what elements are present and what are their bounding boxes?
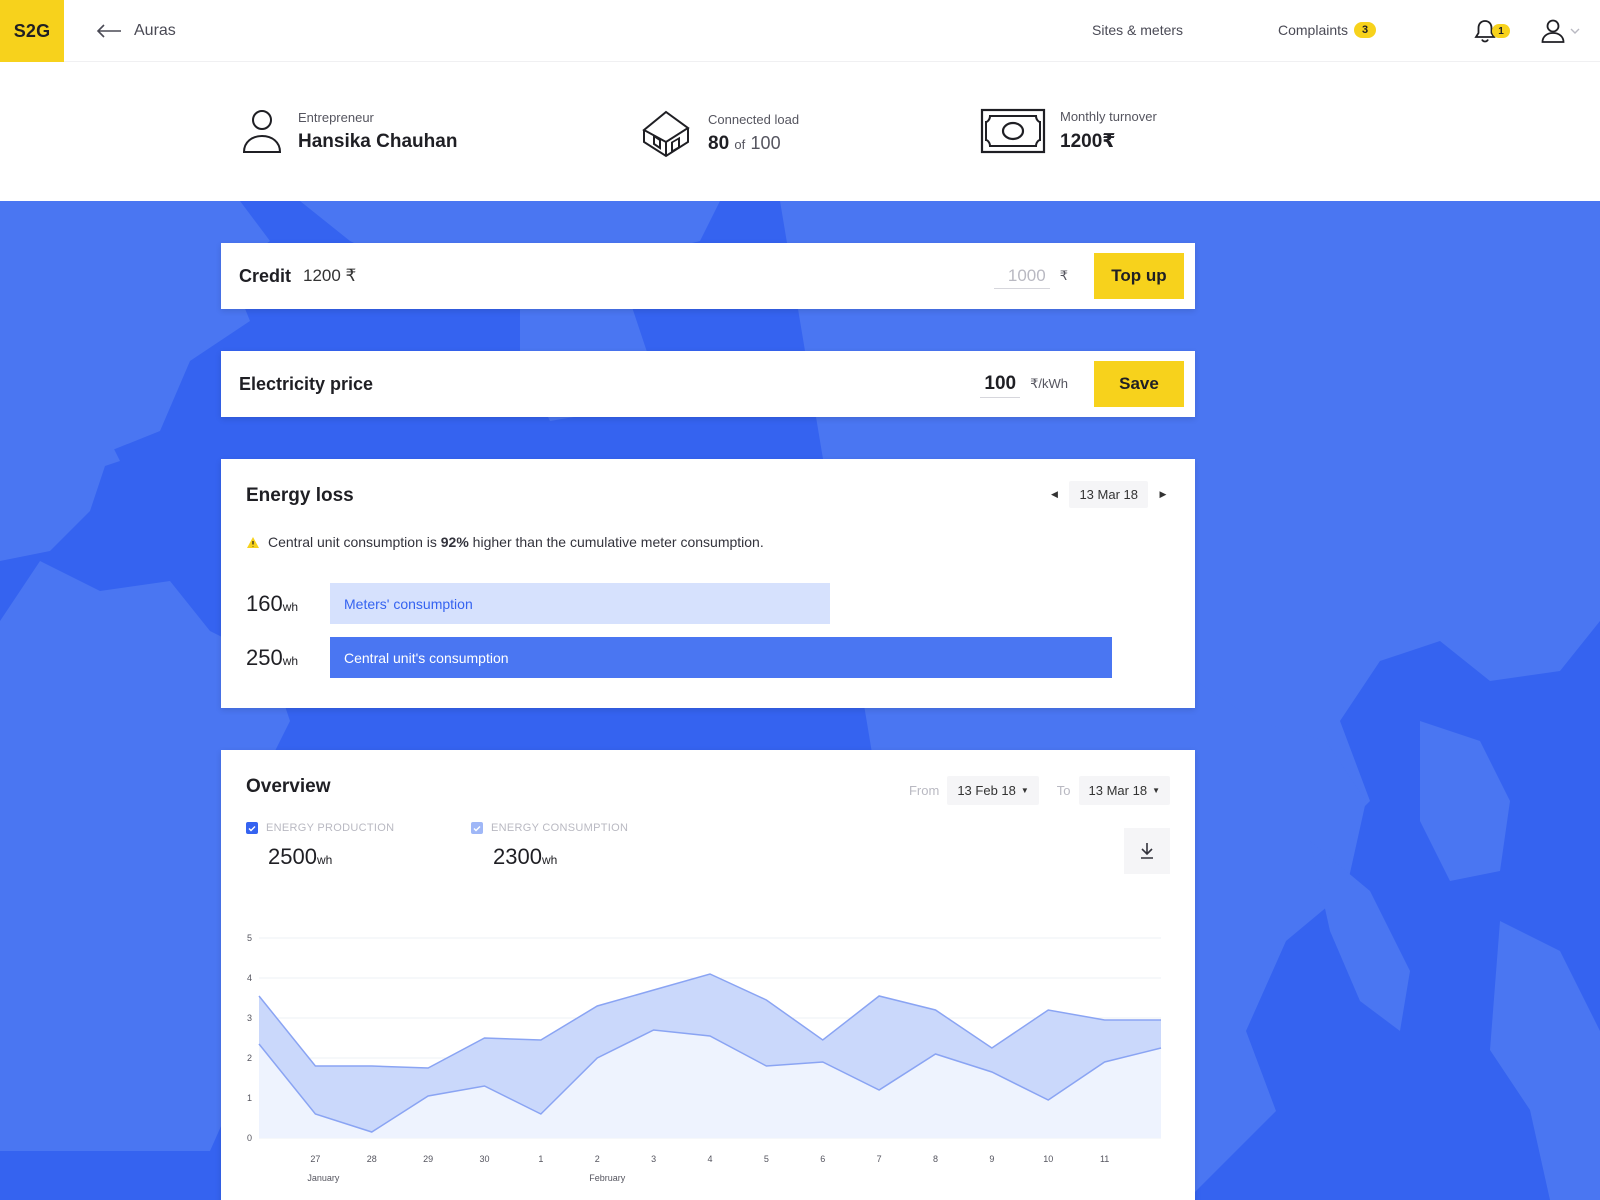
nav-sites-meters-label: Sites & meters — [1092, 22, 1184, 38]
y-tick-label: 4 — [247, 973, 252, 983]
x-tick-label: 1 — [538, 1154, 543, 1164]
overview-chart: 0 1 2 3 4 5 27 28 29 30 1 2 3 4 5 6 7 8 9 10 11 January Februa… — [247, 933, 1162, 1183]
warning-text: Central unit consumption is 92% higher t… — [268, 534, 764, 550]
y-tick-label: 2 — [247, 1053, 252, 1063]
checkbox-checked-icon[interactable] — [471, 822, 483, 834]
x-tick-label: 4 — [707, 1154, 712, 1164]
entrepreneur-info: Entrepreneur Hansika Chauhan — [240, 108, 457, 154]
next-date-button[interactable]: ▶ — [1156, 488, 1170, 502]
save-button[interactable]: Save — [1094, 361, 1184, 407]
x-tick-label: 11 — [1100, 1154, 1109, 1164]
caret-down-icon: ▼ — [1020, 786, 1029, 795]
monthly-turnover-info: Monthly turnover 1200₹ — [980, 108, 1157, 154]
x-tick-label: 9 — [989, 1154, 994, 1164]
energy-loss-date[interactable]: 13 Mar 18 — [1069, 481, 1148, 508]
credit-value: 1200 ₹ — [303, 266, 357, 285]
central-consumption-value: 250wh — [246, 644, 299, 670]
energy-production-label: ENERGY PRODUCTION — [266, 822, 395, 834]
download-button[interactable] — [1124, 828, 1170, 874]
arrow-left-icon — [96, 24, 121, 38]
credit-card: Credit 1200 ₹ ₹ Top up — [221, 243, 1195, 309]
x-tick-label: 29 — [423, 1154, 433, 1164]
x-tick-label: 28 — [367, 1154, 377, 1164]
connected-load-label: Connected load — [708, 111, 800, 127]
connected-load-value: 80 of 100 — [708, 132, 781, 154]
month-label: January — [307, 1173, 340, 1183]
download-icon — [1141, 843, 1153, 859]
monthly-turnover-label: Monthly turnover — [1060, 109, 1157, 124]
person-icon — [242, 110, 282, 153]
y-tick-label: 1 — [247, 1093, 252, 1103]
y-tick-label: 0 — [247, 1133, 252, 1143]
overview-date-filters: From 13 Feb 18 ▼ To 13 Mar 18 ▼ — [909, 776, 1170, 805]
top-up-button[interactable]: Top up — [1094, 253, 1184, 299]
overview-card: Overview From 13 Feb 18 ▼ To 13 Mar 18 ▼ E… — [221, 750, 1195, 1200]
meters-consumption-row: 160wh Meters' consumption — [246, 583, 831, 624]
meters-consumption-bar: Meters' consumption — [330, 583, 831, 624]
back-label: Auras — [134, 22, 176, 39]
logo[interactable]: S2G — [0, 0, 64, 62]
overview-title: Overview — [246, 776, 331, 797]
central-consumption-row: 250wh Central unit's consumption — [246, 637, 1112, 678]
prev-date-button[interactable]: ◀ — [1047, 488, 1061, 502]
x-tick-label: 7 — [877, 1154, 882, 1164]
energy-loss-warning: Central unit consumption is 92% higher t… — [246, 534, 764, 550]
electricity-price-title: Electricity price — [239, 373, 374, 394]
nav-sites-meters[interactable]: Sites & meters — [1092, 22, 1183, 38]
warning-icon — [247, 536, 259, 548]
nav-complaints-label: Complaints — [1278, 22, 1349, 38]
central-consumption-bar: Central unit's consumption — [330, 637, 1112, 678]
notifications-button[interactable]: 1 — [1474, 17, 1514, 45]
nav-complaints[interactable]: Complaints 3 — [1278, 22, 1377, 38]
credit-title: Credit — [239, 265, 292, 286]
energy-loss-title: Energy loss — [246, 485, 354, 506]
complaints-badge: 3 — [1354, 22, 1377, 38]
legend-energy-consumption[interactable]: ENERGY CONSUMPTION 2300wh — [471, 822, 628, 870]
x-tick-label: 5 — [764, 1154, 769, 1164]
banknote-icon — [980, 108, 1046, 154]
entrepreneur-label: Entrepreneur — [298, 109, 374, 125]
checkbox-checked-icon[interactable] — [246, 822, 258, 834]
electricity-price-card: Electricity price ₹/kWh Save — [221, 351, 1195, 417]
x-tick-label: 3 — [651, 1154, 656, 1164]
electricity-price-input[interactable] — [980, 370, 1021, 398]
user-icon — [1541, 19, 1565, 43]
monthly-turnover-value: 1200₹ — [1060, 131, 1116, 152]
x-tick-label: 6 — [820, 1154, 825, 1164]
chevron-down-icon — [1570, 28, 1580, 34]
month-label: February — [589, 1173, 626, 1183]
from-date-select[interactable]: 13 Feb 18 ▼ — [947, 776, 1039, 805]
top-bar: S2G Auras Sites & meters Complaints 3 1 — [0, 0, 1600, 62]
top-up-amount-input[interactable] — [993, 263, 1050, 289]
to-label: To — [1056, 783, 1071, 798]
house-icon — [642, 110, 690, 158]
energy-consumption-value: 2300wh — [493, 844, 558, 869]
energy-consumption-label: ENERGY CONSUMPTION — [491, 822, 629, 834]
user-menu-button[interactable] — [1540, 17, 1584, 45]
electricity-price-unit: ₹/kWh — [1030, 376, 1068, 391]
meters-consumption-value: 160wh — [246, 590, 299, 616]
site-summary: Entrepreneur Hansika Chauhan Connected l… — [0, 62, 1600, 201]
top-up-currency: ₹ — [1059, 268, 1068, 283]
legend-energy-production[interactable]: ENERGY PRODUCTION 2500wh — [246, 822, 394, 870]
x-tick-label: 30 — [479, 1154, 489, 1164]
notifications-badge: 1 — [1492, 24, 1510, 38]
x-tick-label: 2 — [595, 1154, 600, 1164]
connected-load-info: Connected load 80 of 100 — [638, 108, 799, 158]
x-tick-label: 8 — [933, 1154, 938, 1164]
y-tick-label: 5 — [247, 933, 252, 943]
x-tick-label: 27 — [310, 1154, 320, 1164]
back-button[interactable]: Auras — [96, 18, 176, 44]
caret-down-icon: ▼ — [1152, 786, 1160, 795]
energy-loss-date-nav: ◀ 13 Mar 18 ▶ — [1047, 481, 1170, 508]
from-label: From — [908, 783, 940, 798]
entrepreneur-name: Hansika Chauhan — [298, 130, 458, 152]
energy-loss-card: Energy loss ◀ 13 Mar 18 ▶ Central unit c… — [221, 459, 1195, 708]
to-date-select[interactable]: 13 Mar 18 ▼ — [1078, 776, 1170, 805]
y-tick-label: 3 — [247, 1013, 252, 1023]
x-tick-label: 10 — [1043, 1154, 1053, 1164]
energy-production-value: 2500wh — [268, 844, 333, 869]
